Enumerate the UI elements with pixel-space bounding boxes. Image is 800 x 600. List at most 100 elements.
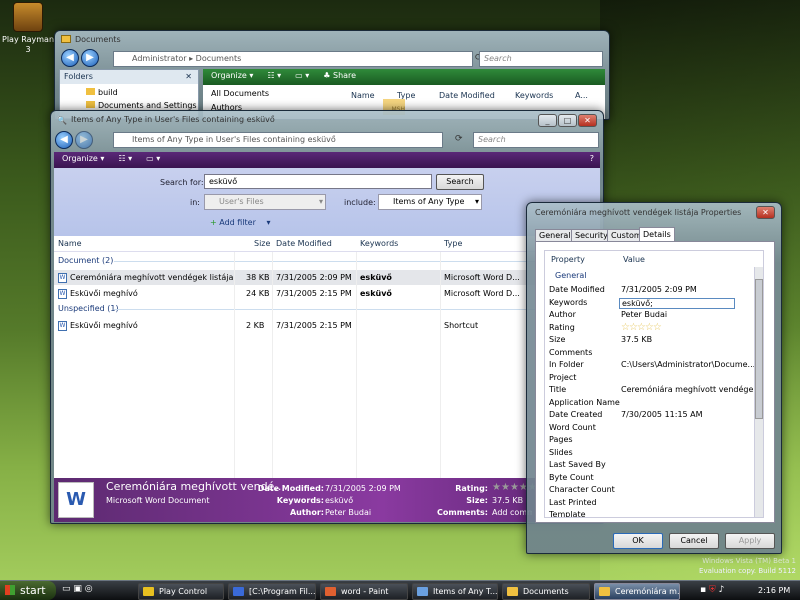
minimize-button[interactable]: _ — [538, 114, 557, 127]
close-button[interactable]: ✕ — [578, 114, 597, 127]
group-header[interactable]: Unspecified (1) — [58, 304, 119, 313]
start-button[interactable]: start — [0, 581, 56, 600]
file-name[interactable]: Esküvői meghívó — [70, 318, 138, 333]
property-value[interactable]: C:\Users\Administrator\Docume... — [621, 359, 755, 371]
column-header-size[interactable]: Size — [254, 239, 270, 248]
address-bar[interactable]: Items of Any Type in User's Files contai… — [113, 132, 443, 148]
value-column-header[interactable]: Value — [623, 255, 645, 264]
property-value[interactable]: 7/30/2005 11:15 AM — [621, 409, 703, 421]
details-keywords[interactable]: esküvő — [325, 496, 353, 505]
property-row[interactable]: Project — [545, 372, 751, 385]
column-header[interactable]: Name — [351, 91, 375, 100]
table-row[interactable]: W Esküvői meghívó 2 KB 7/31/2005 2:15 PM… — [54, 318, 600, 333]
search-for-input[interactable]: esküvő — [204, 174, 432, 189]
property-row[interactable]: Size 37.5 KB — [545, 334, 751, 347]
forward-button[interactable]: ▶ — [75, 131, 93, 149]
property-row[interactable]: Rating ☆☆☆☆☆ — [545, 322, 751, 335]
tab-details[interactable]: Details — [639, 227, 675, 241]
browser-icon[interactable]: ◎ — [85, 584, 93, 594]
property-row[interactable]: Last Saved By — [545, 459, 751, 472]
column-header[interactable]: A... — [575, 91, 588, 100]
property-row[interactable]: Title Ceremóniára meghívott vendége... — [545, 384, 761, 397]
property-row[interactable]: Comments — [545, 347, 751, 360]
property-value[interactable]: 37.5 KB — [621, 334, 652, 346]
property-row[interactable]: Slides — [545, 447, 751, 460]
column-header-date[interactable]: Date Modified — [276, 239, 332, 248]
scrollbar[interactable] — [754, 267, 763, 517]
property-row[interactable]: Last Printed — [545, 497, 751, 510]
folder-item[interactable]: Documents and Settings — [60, 97, 198, 110]
preview-button[interactable]: ▭ ▾ — [295, 71, 309, 80]
property-row[interactable]: Date Modified 7/31/2005 2:09 PM — [545, 284, 751, 297]
file-name[interactable]: Ceremóniára meghívott vendégek listája — [70, 270, 233, 285]
show-desktop-icon[interactable]: ▭ — [62, 584, 71, 594]
property-row[interactable]: Application Name — [545, 397, 751, 410]
organize-button[interactable]: Organize ▾ — [62, 154, 104, 163]
volume-icon[interactable]: ♪ — [719, 585, 725, 595]
table-row[interactable]: W Ceremóniára meghívott vendégek listája… — [54, 270, 600, 285]
file-name[interactable]: Esküvői meghívó — [70, 286, 138, 301]
maximize-button[interactable]: □ — [558, 114, 577, 127]
address-bar[interactable]: Administrator ▸ Documents — [113, 51, 473, 67]
property-row[interactable]: Template — [545, 509, 751, 517]
details-author[interactable]: Peter Budai — [325, 508, 371, 517]
taskbar-item[interactable]: Play Control — [138, 583, 224, 600]
property-row[interactable]: Word Count — [545, 422, 751, 435]
property-column-header[interactable]: Property — [551, 255, 585, 264]
property-row[interactable]: Keywords esküvő; — [545, 297, 751, 310]
column-header[interactable]: Date Modified — [439, 91, 495, 100]
property-value[interactable]: esküvő; — [619, 297, 735, 309]
search-button[interactable]: Search — [436, 174, 484, 190]
property-value[interactable]: Ceremóniára meghívott vendége... — [621, 384, 761, 396]
desktop-icon-rayman[interactable]: Play Rayman 3 — [2, 2, 54, 55]
cancel-button[interactable]: Cancel — [669, 533, 719, 549]
switch-windows-icon[interactable]: ▣ — [73, 584, 82, 594]
share-button[interactable]: ♣ Share — [323, 71, 356, 80]
property-value[interactable]: Peter Budai — [621, 309, 667, 321]
back-button[interactable]: ◀ — [55, 131, 73, 149]
column-header-type[interactable]: Type — [444, 239, 462, 248]
property-row[interactable]: Character Count — [545, 484, 751, 497]
add-filter-button[interactable]: + Add filter ▾ — [210, 218, 270, 227]
column-header-name[interactable]: Name — [58, 239, 82, 248]
include-select[interactable]: Items of Any Type ▾ — [378, 194, 482, 210]
back-button[interactable]: ◀ — [61, 49, 79, 67]
search-input[interactable]: Search — [473, 132, 599, 148]
clock[interactable]: 2:16 PM — [758, 586, 790, 595]
organize-button[interactable]: Organize ▾ — [211, 71, 253, 80]
column-header-keywords[interactable]: Keywords — [360, 239, 398, 248]
preview-button[interactable]: ▭ ▾ — [146, 154, 160, 163]
folders-header[interactable]: Folders ✕ — [60, 70, 198, 84]
refresh-icon[interactable]: ⟳ — [455, 134, 463, 144]
views-button[interactable]: ☷ ▾ — [118, 154, 132, 163]
folder-item[interactable]: build — [60, 84, 198, 97]
close-button[interactable]: ✕ — [756, 206, 775, 219]
taskbar-item[interactable]: Ceremóniára m... — [594, 583, 680, 600]
location-select[interactable]: User's Files ▾ — [204, 194, 326, 210]
search-input[interactable]: Search — [479, 51, 603, 67]
taskbar-item[interactable]: Documents — [502, 583, 590, 600]
property-value[interactable]: 7/31/2005 2:09 PM — [621, 284, 697, 296]
table-row[interactable]: W Esküvői meghívó 24 KB 7/31/2005 2:15 P… — [54, 286, 600, 301]
forward-button[interactable]: ▶ — [81, 49, 99, 67]
views-button[interactable]: ☷ ▾ — [267, 71, 281, 80]
property-row[interactable]: In Folder C:\Users\Administrator\Docume..… — [545, 359, 755, 372]
property-row[interactable]: Pages — [545, 434, 751, 447]
property-row[interactable]: Date Created 7/30/2005 11:15 AM — [545, 409, 751, 422]
property-row[interactable]: Byte Count — [545, 472, 751, 485]
breadcrumb-item[interactable]: Administrator — [132, 54, 187, 63]
rating-stars[interactable]: ☆☆☆☆☆ — [621, 322, 662, 334]
help-icon[interactable]: ? — [590, 154, 594, 163]
group-header[interactable]: Document (2) — [58, 256, 113, 265]
ok-button[interactable]: OK — [613, 533, 663, 549]
network-icon[interactable]: ▪ — [700, 585, 706, 595]
taskbar-item[interactable]: word - Paint — [320, 583, 408, 600]
taskbar-item[interactable]: [C:\Program Fil... — [228, 583, 316, 600]
property-row[interactable]: Author Peter Budai — [545, 309, 751, 322]
apply-button[interactable]: Apply — [725, 533, 775, 549]
list-item[interactable]: All Documents — [211, 89, 269, 98]
column-header[interactable]: Keywords — [515, 91, 553, 100]
security-icon[interactable]: ⛨ — [709, 585, 716, 595]
breadcrumb-item[interactable]: Documents — [196, 54, 242, 63]
taskbar-item[interactable]: Items of Any T... — [412, 583, 498, 600]
